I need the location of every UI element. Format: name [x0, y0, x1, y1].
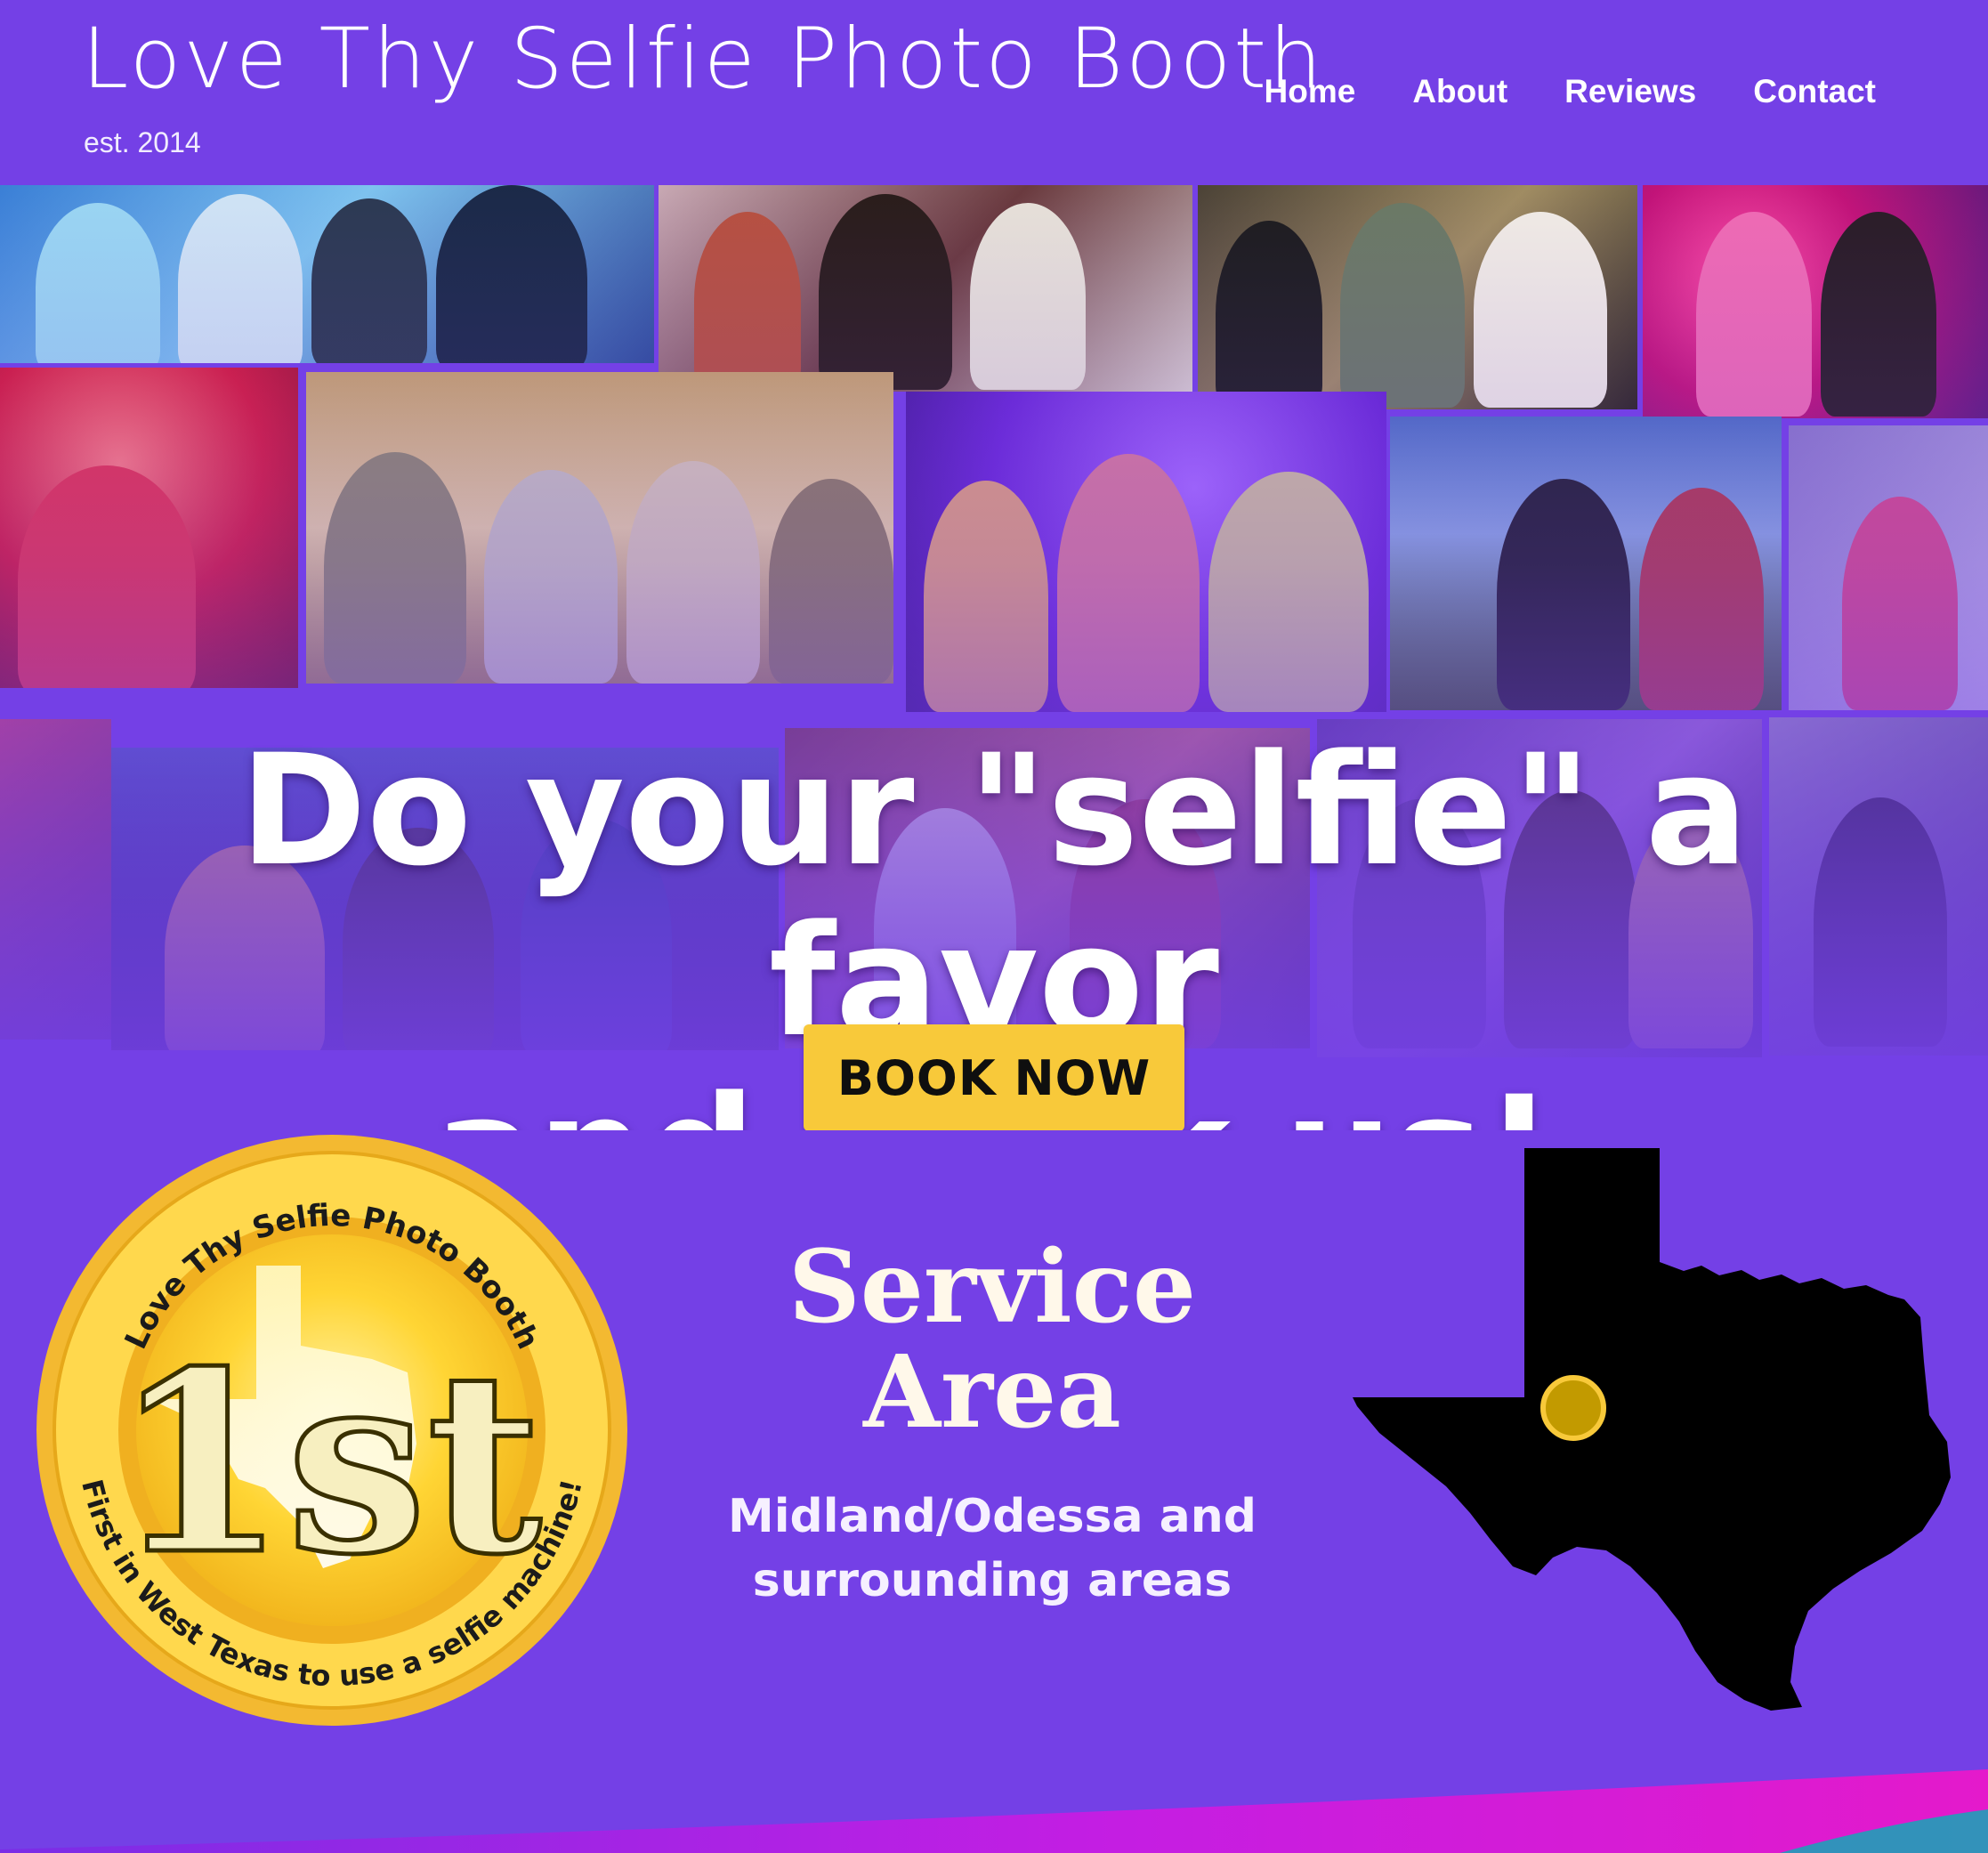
nav-home-link[interactable]: Home [1265, 73, 1356, 110]
nav-about-link[interactable]: About [1412, 73, 1507, 110]
badge-center-text: 1st [113, 1317, 544, 1610]
service-area-title-line-1: Service [788, 1229, 1197, 1346]
service-area-title-line-2: Area [863, 1334, 1121, 1451]
first-in-west-texas-badge: 1st Love Thy Selfie Photo Booth First in… [36, 1135, 627, 1726]
hero-headline-line-1: Do your "selfie" a favor [239, 721, 1749, 1072]
site-header: Love Thy Selfie Photo Booth est. 2014 Ho… [0, 0, 1988, 185]
book-now-button[interactable]: BOOK NOW [804, 1024, 1184, 1130]
service-area-subtitle-line-1: Midland/Odessa and [727, 1490, 1257, 1543]
site-logo-title[interactable]: Love Thy Selfie Photo Booth [82, 11, 1325, 108]
main-nav: Home About Reviews Contact [1265, 73, 1877, 110]
site-logo-subtitle: est. 2014 [84, 126, 201, 158]
service-area-subtitle: Midland/Odessa and surrounding areas [676, 1485, 1308, 1613]
service-area-block: Service Area Midland/Odessa and surround… [676, 1235, 1308, 1613]
texas-map-icon [1353, 1148, 1951, 1711]
service-area-subtitle-line-2: surrounding areas [752, 1554, 1232, 1607]
nav-reviews-link[interactable]: Reviews [1564, 73, 1696, 110]
hero-section: Do your "selfie" a favor and book us! BO… [0, 185, 1988, 1130]
midland-odessa-marker-icon [1540, 1375, 1606, 1441]
service-area-title: Service Area [676, 1235, 1308, 1445]
texas-map-shape [1353, 1148, 1951, 1711]
bottom-decorative-wave [0, 1769, 1988, 1853]
nav-contact-link[interactable]: Contact [1753, 73, 1876, 110]
